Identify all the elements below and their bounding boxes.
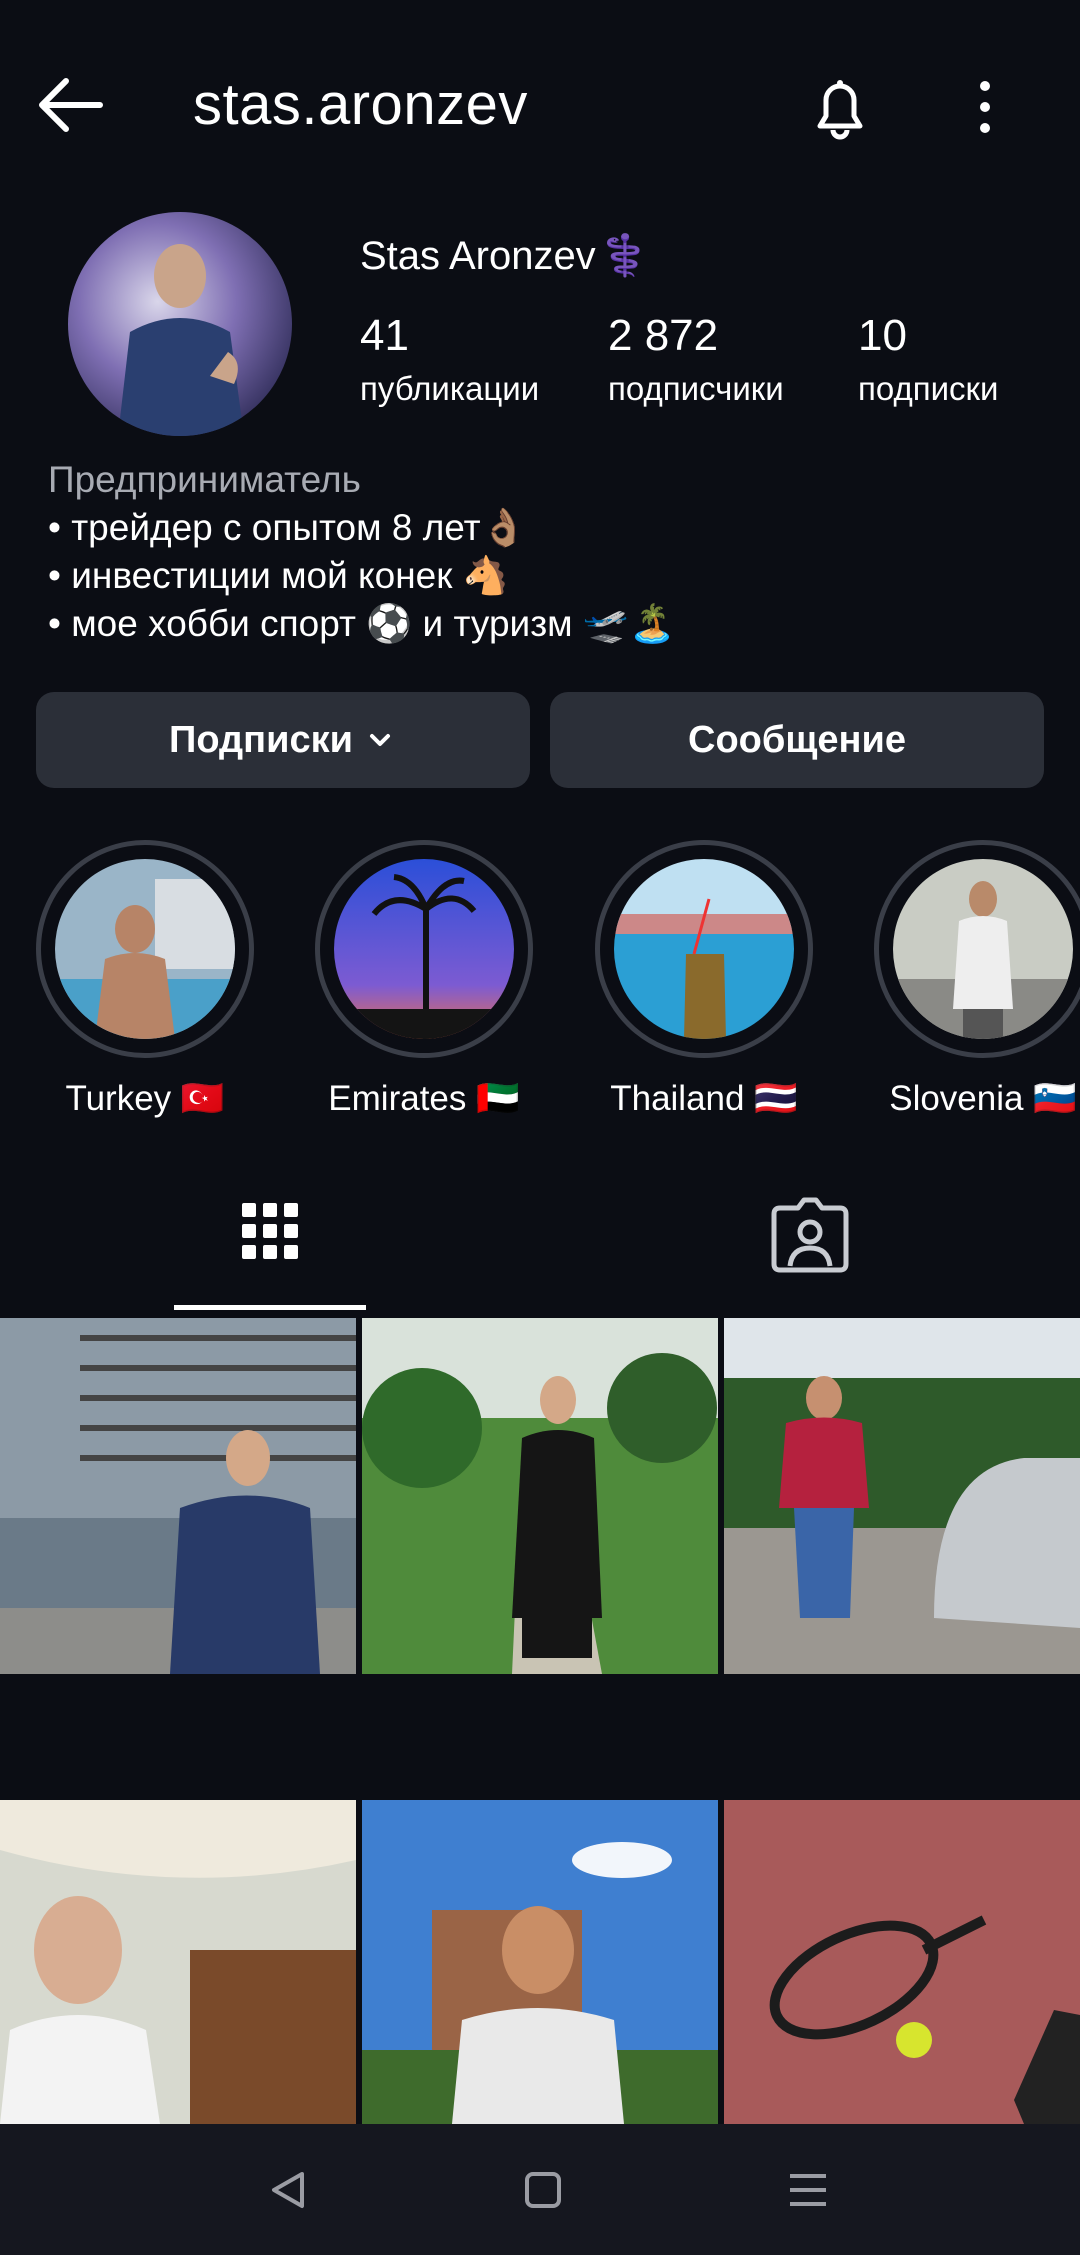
system-menu-icon[interactable] [768,2160,848,2220]
stat-value: 41 [360,311,409,360]
highlight-label: Turkey 🇹🇷 [65,1079,225,1118]
highlight-turkey[interactable]: Turkey 🇹🇷 [30,840,260,1119]
profile-username: stas.aronzev [193,72,528,137]
grid-icon [242,1203,298,1259]
back-arrow-icon[interactable] [30,70,110,140]
stat-label: публикации [360,370,540,407]
bio-line: • инвестиции мой конек 🐴 [48,555,509,596]
highlight-emirates[interactable]: Emirates 🇦🇪 [309,840,539,1119]
message-button[interactable]: Сообщение [550,692,1044,788]
stat-value: 10 [858,311,907,360]
highlight-slovenia[interactable]: Slovenia 🇸🇮 [868,840,1080,1119]
bio-line: • мое хобби спорт ⚽ и туризм 🛫🏝️ [48,603,676,644]
tab-posts-grid[interactable] [174,1180,366,1310]
message-button-label: Сообщение [688,718,906,761]
highlight-label: Slovenia 🇸🇮 [889,1079,1077,1118]
system-back-icon[interactable] [250,2160,330,2220]
following-count[interactable]: 10 подписки [858,306,998,412]
bio-line: • трейдер с опытом 8 лет👌🏽 [48,507,527,548]
more-options-icon[interactable] [955,72,1015,142]
system-home-icon[interactable] [503,2160,583,2220]
highlight-label: Thailand 🇹🇭 [610,1079,798,1118]
stat-value: 2 872 [608,311,719,360]
highlight-thumbnail [893,859,1073,1039]
tab-tagged[interactable] [740,1180,880,1310]
highlight-thumbnail [334,859,514,1039]
following-button-label: Подписки [169,718,353,761]
post-thumbnail[interactable] [0,1800,356,2124]
highlight-thumbnail [614,859,794,1039]
tagged-person-icon [771,1197,849,1273]
posts-count[interactable]: 41 публикации [360,306,539,412]
following-button[interactable]: Подписки [36,692,530,788]
stat-label: подписчики [608,370,784,407]
followers-count[interactable]: 2 872 подписчики [608,306,784,412]
profile-avatar[interactable] [68,212,292,436]
chevron-down-icon [369,734,390,746]
medical-badge-icon: ⚕️ [599,234,650,278]
bell-icon[interactable] [800,68,880,144]
profile-bio: Предприниматель • трейдер с опытом 8 лет… [48,456,675,648]
bio-category: Предприниматель [48,459,361,500]
display-name-row: Stas Aronzev ⚕️ [360,228,650,284]
post-thumbnail[interactable] [0,1318,356,1674]
post-thumbnail[interactable] [724,1800,1080,2124]
display-name: Stas Aronzev [360,234,596,278]
highlight-thumbnail [55,859,235,1039]
stat-label: подписки [858,370,999,407]
post-thumbnail[interactable] [362,1800,718,2124]
active-tab-indicator [174,1305,366,1310]
highlight-thailand[interactable]: Thailand 🇹🇭 [589,840,819,1119]
post-thumbnail[interactable] [724,1318,1080,1674]
post-thumbnail[interactable] [362,1318,718,1674]
highlight-label: Emirates 🇦🇪 [328,1079,520,1118]
